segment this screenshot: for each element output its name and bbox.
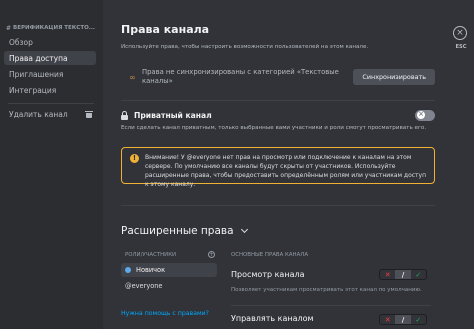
sidebar-item-label: Интеграция bbox=[9, 85, 57, 95]
warning-icon: ! bbox=[130, 154, 139, 163]
role-name: @everyone bbox=[125, 282, 163, 290]
close-icon[interactable]: × bbox=[453, 26, 467, 40]
sidebar-item-label: Обзор bbox=[9, 37, 33, 47]
private-channel-description: Если сделать канал приватным, только выб… bbox=[121, 125, 427, 131]
main-content: Права канала Используйте права, чтобы на… bbox=[103, 0, 448, 329]
allow-icon[interactable]: ✓ bbox=[411, 270, 426, 279]
allow-icon[interactable]: ✓ bbox=[411, 315, 426, 324]
permission-toggle-view-channel: ✕ / ✓ bbox=[379, 269, 427, 280]
sidebar-item-invites[interactable]: Приглашения bbox=[4, 67, 96, 81]
sync-notice-text: Права не синхронизированы с категорией «… bbox=[142, 68, 339, 85]
sidebar-item-delete-channel[interactable]: Удалить канал bbox=[4, 107, 96, 121]
warning-text: Внимание! У @everyone нет прав на просмо… bbox=[145, 154, 427, 188]
permissions-header: ОСНОВНЫЕ ПРАВА КАНАЛА bbox=[231, 252, 309, 258]
advanced-permissions-header[interactable]: Расширенные права bbox=[121, 225, 248, 237]
sidebar-item-integrations[interactable]: Интеграция bbox=[4, 83, 96, 97]
lock-icon bbox=[121, 110, 128, 120]
sidebar-item-overview[interactable]: Обзор bbox=[4, 35, 96, 49]
sidebar-item-label: Приглашения bbox=[9, 69, 64, 79]
page-title: Права канала bbox=[121, 23, 210, 36]
sync-notice: ∞ Права не синхронизированы с категорией… bbox=[121, 62, 435, 92]
divider bbox=[231, 305, 431, 306]
permission-title: Управлять каналом bbox=[231, 314, 314, 323]
esc-label: ESC bbox=[455, 44, 467, 50]
sidebar-item-label: Удалить канал bbox=[9, 109, 68, 119]
sync-button[interactable]: Синхронизировать bbox=[353, 69, 435, 85]
roles-header-label: РОЛИ/УЧАСТНИКИ bbox=[125, 251, 177, 258]
settings-sidebar: # ВЕРИФИКАЦИЯ ТЕКСТО... Обзор Права дост… bbox=[0, 0, 103, 329]
private-channel-label: Приватный канал bbox=[134, 110, 212, 120]
sidebar-divider bbox=[8, 103, 94, 104]
trash-icon bbox=[85, 110, 93, 118]
role-item-novichok[interactable]: Новичок bbox=[121, 263, 217, 277]
hash-icon: # bbox=[6, 24, 12, 32]
divider bbox=[121, 100, 435, 101]
help-link[interactable]: Нужна помощь с правами? bbox=[121, 310, 209, 317]
role-name: Новичок bbox=[136, 266, 166, 274]
channel-name: ВЕРИФИКАЦИЯ ТЕКСТО... bbox=[13, 25, 96, 31]
page-description: Используйте права, чтобы настроить возмо… bbox=[121, 44, 369, 50]
permission-title: Просмотр канала bbox=[231, 270, 305, 279]
warning-notice: ! Внимание! У @everyone нет прав на прос… bbox=[121, 147, 435, 188]
add-role-icon[interactable]: + bbox=[208, 251, 215, 258]
link-sync-icon: ∞ bbox=[129, 72, 136, 82]
sidebar-item-permissions[interactable]: Права доступа bbox=[4, 51, 96, 65]
role-item-everyone[interactable]: @everyone bbox=[121, 279, 217, 293]
deny-icon[interactable]: ✕ bbox=[380, 315, 395, 324]
close-area: × ESC bbox=[448, 0, 474, 329]
sidebar-item-label: Права доступа bbox=[9, 53, 68, 63]
deny-icon[interactable]: ✕ bbox=[380, 270, 395, 279]
advanced-permissions-title: Расширенные права bbox=[121, 225, 234, 237]
channel-header: # ВЕРИФИКАЦИЯ ТЕКСТО... bbox=[6, 22, 100, 34]
private-channel-row: Приватный канал bbox=[121, 108, 435, 122]
chevron-down-icon bbox=[240, 225, 248, 234]
neutral-icon[interactable]: / bbox=[395, 270, 411, 279]
role-color-dot bbox=[125, 267, 131, 273]
neutral-icon[interactable]: / bbox=[395, 315, 411, 324]
permission-toggle-manage-channel: ✕ / ✓ bbox=[379, 314, 427, 325]
roles-header: РОЛИ/УЧАСТНИКИ + bbox=[125, 251, 215, 258]
permission-description: Позволяет участникам просматривать этот … bbox=[231, 287, 422, 293]
private-channel-toggle[interactable] bbox=[415, 109, 435, 121]
divider bbox=[121, 205, 435, 206]
